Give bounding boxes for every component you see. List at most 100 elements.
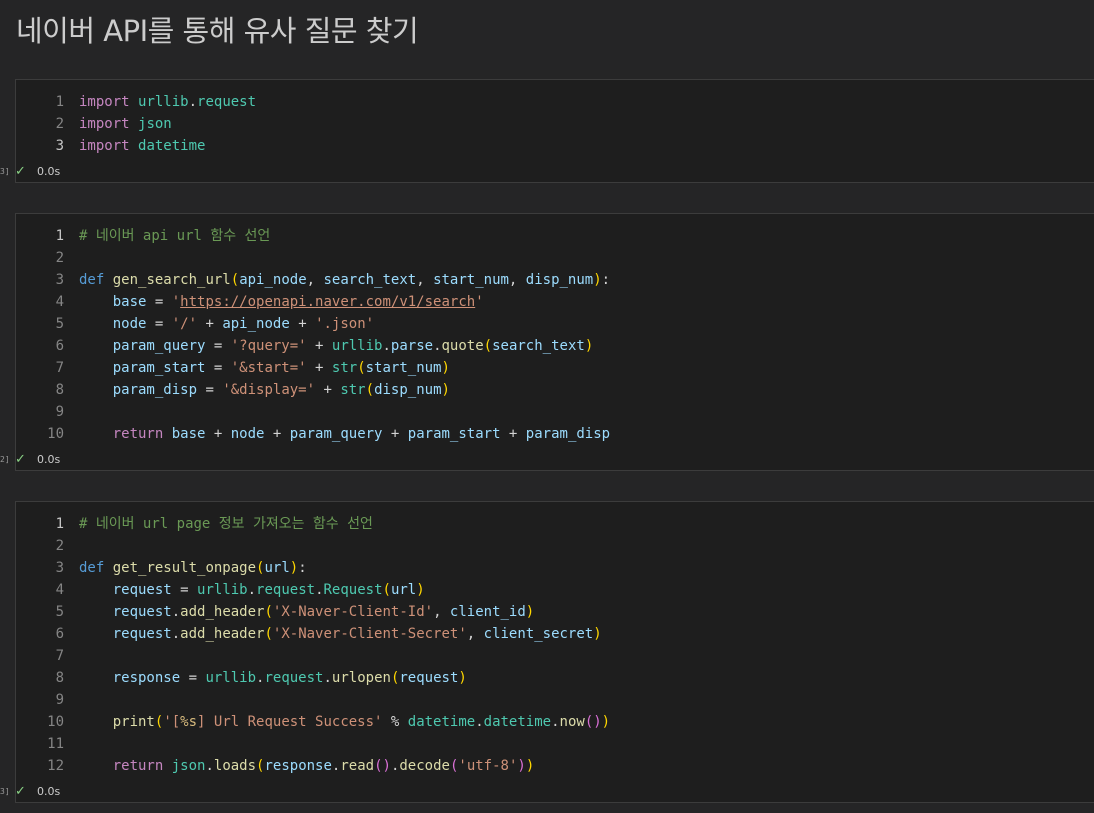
code-token: api_node <box>222 316 290 332</box>
code-text: return json.loads(response.read().decode… <box>79 755 535 777</box>
code-token: def <box>79 560 105 576</box>
code-text: response = urllib.request.urlopen(reques… <box>79 667 467 689</box>
line-number: 7 <box>55 360 64 376</box>
code-token: url <box>264 560 290 576</box>
code-token: ) <box>601 714 611 730</box>
execution-time: 0.0s <box>37 453 61 466</box>
code-token: = <box>146 294 172 310</box>
code-token: parse <box>390 338 434 354</box>
code-token: ) <box>593 626 602 642</box>
code-token: urllib <box>331 338 383 354</box>
code-token: # 네이버 url page 정보 가져오는 함수 선언 <box>79 516 373 532</box>
execution-count: 3] <box>0 787 10 796</box>
code-token: , <box>433 604 450 620</box>
code-token: urlopen <box>331 670 391 686</box>
line-number: 4 <box>55 582 64 598</box>
code-token: str <box>331 360 358 376</box>
code-token: return <box>112 758 164 774</box>
code-token: datetime <box>138 138 206 154</box>
code-token: = <box>180 670 206 686</box>
code-token: = <box>146 316 172 332</box>
code-token: datetime <box>407 714 476 730</box>
code-cell-gen-search-url[interactable]: 1 # 네이버 api url 함수 선언 2 3 def gen_search_url… <box>15 213 1094 471</box>
code-token: add_header <box>180 604 265 620</box>
code-token: ) <box>441 360 450 376</box>
line-number: 9 <box>55 404 64 420</box>
code-token: + <box>205 426 231 442</box>
execution-count: 3] <box>0 167 10 176</box>
code-token: node <box>112 316 147 332</box>
code-token: ] Url Request Success' <box>197 714 383 730</box>
code-token: '.json' <box>315 316 375 332</box>
code-cell-get-result-onpage[interactable]: 1 # 네이버 url page 정보 가져오는 함수 선언 2 3 def get_r… <box>15 501 1094 803</box>
code-token: : <box>601 272 611 288</box>
code-token: . <box>205 758 214 774</box>
code-token: = <box>197 382 223 398</box>
code-text: print('[%s] Url Request Success' % datet… <box>79 711 610 733</box>
code-token: ) <box>441 382 450 398</box>
code-token: loads <box>213 758 257 774</box>
code-token: import <box>79 116 130 132</box>
line-number: 5 <box>55 604 64 620</box>
code-cell-imports[interactable]: 1 import urllib.request 2 import json 3 impor… <box>15 79 1094 183</box>
execution-time: 0.0s <box>37 785 61 798</box>
code-token: + <box>315 382 341 398</box>
line-number: 8 <box>55 670 64 686</box>
check-icon: ✓ <box>15 452 26 467</box>
line-number: 1 <box>55 516 64 532</box>
line-number: 6 <box>55 338 64 354</box>
code-token: disp_num <box>374 382 442 398</box>
code-token: ( <box>264 604 273 620</box>
code-token: get_result_onpage <box>112 560 257 576</box>
code-token: %s <box>180 714 198 730</box>
code-token: . <box>171 626 181 642</box>
code-token: , <box>466 626 484 642</box>
execution-count: 2] <box>0 455 10 464</box>
cell-status: ✓ 0.0s <box>15 162 60 182</box>
code-token: return <box>112 426 164 442</box>
line-number: 11 <box>47 736 64 752</box>
code-token: decode <box>399 758 450 774</box>
cell-status: ✓ 0.0s <box>15 450 60 470</box>
code-token: start_num <box>433 272 509 288</box>
code-token: . <box>551 714 560 730</box>
code-token: ) <box>517 758 526 774</box>
code-token: read <box>340 758 375 774</box>
code-token: ( <box>483 338 493 354</box>
code-token: '&start=' <box>230 360 307 376</box>
code-token: disp_num <box>525 272 594 288</box>
code-token: https://openapi.naver.com/v1/search <box>180 294 476 310</box>
code-token: + <box>289 316 316 332</box>
code-token: : <box>298 560 307 576</box>
code-text: import datetime <box>79 135 205 157</box>
code-token: json <box>171 758 206 774</box>
line-number: 3 <box>55 272 64 288</box>
code-token: ) <box>525 758 535 774</box>
code-token: import <box>79 138 130 154</box>
code-token: base <box>171 426 206 442</box>
code-token: . <box>247 582 257 598</box>
code-text: def gen_search_url(api_node, search_text… <box>79 269 610 291</box>
cell-status: ✓ 0.0s <box>15 782 60 802</box>
code-token: Request <box>323 582 383 598</box>
code-token: 'utf-8' <box>458 758 518 774</box>
code-token: param_disp <box>112 382 198 398</box>
code-token: param_query <box>289 426 383 442</box>
code-token: base <box>112 294 147 310</box>
code-text: param_query = '?query=' + urllib.parse.q… <box>79 335 594 357</box>
code-token: search_text <box>492 338 585 354</box>
line-number: 9 <box>55 692 64 708</box>
code-token: param_start <box>112 360 206 376</box>
code-text: request.add_header('X-Naver-Client-Secre… <box>79 623 602 645</box>
code-token: ( <box>230 272 240 288</box>
code-token: ' <box>171 294 181 310</box>
page-title: 네이버 API를 통해 유사 질문 찾기 <box>16 14 419 48</box>
code-token: request <box>399 670 459 686</box>
